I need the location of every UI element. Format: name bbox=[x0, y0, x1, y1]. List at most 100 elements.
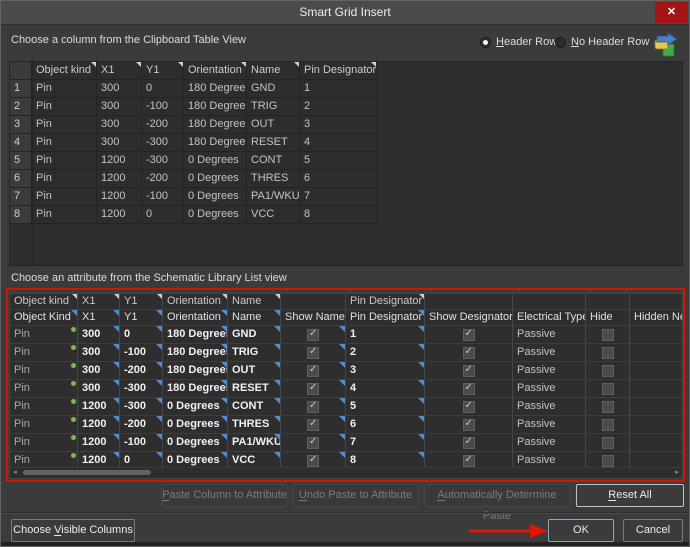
pasted-clipboard-header[interactable]: Name bbox=[228, 294, 281, 310]
hide-checkbox[interactable] bbox=[602, 347, 614, 359]
clipboard-cell-x1[interactable]: 300 bbox=[97, 80, 142, 98]
attr-cell-orientation[interactable]: 180 Degrees bbox=[163, 380, 228, 398]
row-number-cell[interactable]: 3 bbox=[10, 116, 32, 134]
attribute-column-header[interactable]: Hidden Ne bbox=[630, 310, 683, 326]
clipboard-cell-orientation[interactable]: 0 Degrees bbox=[184, 188, 247, 206]
attr-cell-x1[interactable]: 300 bbox=[78, 344, 120, 362]
clipboard-cell-x1[interactable]: 1200 bbox=[97, 152, 142, 170]
attribute-column-header[interactable]: Orientation bbox=[163, 310, 228, 326]
hide-checkbox[interactable] bbox=[602, 401, 614, 413]
attr-cell-show-name[interactable] bbox=[281, 362, 346, 380]
attr-cell-name[interactable]: THRES bbox=[228, 416, 281, 434]
attr-cell-y1[interactable]: -300 bbox=[120, 398, 163, 416]
clipboard-column-header[interactable]: Y1 bbox=[142, 62, 184, 80]
attr-cell-object-kind[interactable]: Pin bbox=[10, 398, 78, 416]
attr-cell-show-designator[interactable] bbox=[425, 362, 513, 380]
attribute-column-header[interactable]: Show Name bbox=[281, 310, 346, 326]
clipboard-cell-pin-designator[interactable]: 6 bbox=[300, 170, 377, 188]
attr-cell-electrical-type[interactable]: Passive bbox=[513, 326, 586, 344]
attr-cell-orientation[interactable]: 180 Degrees bbox=[163, 326, 228, 344]
attr-cell-electrical-type[interactable]: Passive bbox=[513, 362, 586, 380]
attr-cell-x1[interactable]: 300 bbox=[78, 380, 120, 398]
clipboard-cell-orientation[interactable]: 0 Degrees bbox=[184, 170, 247, 188]
hide-checkbox[interactable] bbox=[602, 329, 614, 341]
clipboard-cell-object-kind[interactable]: Pin bbox=[32, 152, 97, 170]
close-icon[interactable]: ✕ bbox=[655, 2, 688, 23]
attr-cell-orientation[interactable]: 180 Degrees bbox=[163, 344, 228, 362]
attr-cell-orientation[interactable]: 0 Degrees bbox=[163, 398, 228, 416]
clipboard-cell-x1[interactable]: 300 bbox=[97, 116, 142, 134]
show-name-checkbox[interactable] bbox=[307, 401, 319, 413]
attribute-column-header[interactable]: Pin Designator bbox=[346, 310, 425, 326]
hide-checkbox[interactable] bbox=[602, 455, 614, 467]
attr-cell-x1[interactable]: 1200 bbox=[78, 416, 120, 434]
hide-checkbox[interactable] bbox=[602, 419, 614, 431]
clipboard-cell-x1[interactable]: 1200 bbox=[97, 206, 142, 224]
scroll-right-icon[interactable]: ▸ bbox=[672, 468, 682, 477]
pasted-clipboard-header[interactable] bbox=[281, 294, 346, 310]
show-designator-checkbox[interactable] bbox=[463, 419, 475, 431]
attr-cell-show-designator[interactable] bbox=[425, 416, 513, 434]
attr-cell-x1[interactable]: 300 bbox=[78, 362, 120, 380]
row-number-cell[interactable]: 8 bbox=[10, 206, 32, 224]
attr-cell-show-name[interactable] bbox=[281, 326, 346, 344]
attr-cell-pin-designator[interactable]: 3 bbox=[346, 362, 425, 380]
show-name-checkbox[interactable] bbox=[307, 419, 319, 431]
show-designator-checkbox[interactable] bbox=[463, 329, 475, 341]
attr-cell-hidden-net[interactable] bbox=[630, 416, 683, 434]
attr-cell-object-kind[interactable]: Pin bbox=[10, 326, 78, 344]
attr-cell-show-designator[interactable] bbox=[425, 434, 513, 452]
attr-cell-show-designator[interactable] bbox=[425, 326, 513, 344]
attr-cell-y1[interactable]: -300 bbox=[120, 380, 163, 398]
pasted-clipboard-header[interactable]: Pin Designator bbox=[346, 294, 425, 310]
pasted-clipboard-header[interactable] bbox=[425, 294, 513, 310]
attr-cell-show-designator[interactable] bbox=[425, 398, 513, 416]
clipboard-cell-y1[interactable]: 0 bbox=[142, 206, 184, 224]
attr-cell-hide[interactable] bbox=[586, 380, 630, 398]
attr-cell-hide[interactable] bbox=[586, 326, 630, 344]
clipboard-cell-object-kind[interactable]: Pin bbox=[32, 170, 97, 188]
cancel-button[interactable]: Cancel bbox=[623, 519, 683, 542]
hide-checkbox[interactable] bbox=[602, 437, 614, 449]
attribute-column-header[interactable]: Hide bbox=[586, 310, 630, 326]
radio-unselected-icon[interactable] bbox=[555, 37, 566, 48]
clipboard-cell-y1[interactable]: -200 bbox=[142, 116, 184, 134]
attr-cell-hidden-net[interactable] bbox=[630, 434, 683, 452]
attr-cell-show-designator[interactable] bbox=[425, 380, 513, 398]
clipboard-cell-orientation[interactable]: 0 Degrees bbox=[184, 152, 247, 170]
pasted-clipboard-header[interactable] bbox=[630, 294, 683, 310]
attr-cell-show-name[interactable] bbox=[281, 344, 346, 362]
show-designator-checkbox[interactable] bbox=[463, 437, 475, 449]
attr-cell-object-kind[interactable]: Pin bbox=[10, 362, 78, 380]
clipboard-cell-object-kind[interactable]: Pin bbox=[32, 188, 97, 206]
clipboard-cell-pin-designator[interactable]: 5 bbox=[300, 152, 377, 170]
attr-cell-orientation[interactable]: 180 Degrees bbox=[163, 362, 228, 380]
paste-column-to-attribute-button[interactable]: Paste Column to Attribute bbox=[161, 484, 288, 507]
attr-cell-electrical-type[interactable]: Passive bbox=[513, 380, 586, 398]
clipboard-cell-orientation[interactable]: 180 Degrees bbox=[184, 98, 247, 116]
clipboard-cell-name[interactable]: CONT bbox=[247, 152, 300, 170]
attr-cell-hidden-net[interactable] bbox=[630, 380, 683, 398]
clipboard-cell-name[interactable]: OUT bbox=[247, 116, 300, 134]
show-name-checkbox[interactable] bbox=[307, 383, 319, 395]
attr-cell-y1[interactable]: 0 bbox=[120, 326, 163, 344]
attr-cell-x1[interactable]: 1200 bbox=[78, 434, 120, 452]
attr-cell-name[interactable]: CONT bbox=[228, 398, 281, 416]
show-designator-checkbox[interactable] bbox=[463, 365, 475, 377]
clipboard-cell-object-kind[interactable]: Pin bbox=[32, 80, 97, 98]
clipboard-cell-y1[interactable]: -300 bbox=[142, 134, 184, 152]
clipboard-cell-orientation[interactable]: 0 Degrees bbox=[184, 206, 247, 224]
row-number-cell[interactable]: 5 bbox=[10, 152, 32, 170]
clipboard-cell-orientation[interactable]: 180 Degrees bbox=[184, 116, 247, 134]
row-number-cell[interactable]: 4 bbox=[10, 134, 32, 152]
row-number-cell[interactable]: 2 bbox=[10, 98, 32, 116]
attr-cell-hidden-net[interactable] bbox=[630, 398, 683, 416]
attr-cell-show-designator[interactable] bbox=[425, 344, 513, 362]
clipboard-cell-y1[interactable]: -100 bbox=[142, 188, 184, 206]
attr-cell-x1[interactable]: 1200 bbox=[78, 398, 120, 416]
attr-cell-name[interactable]: TRIG bbox=[228, 344, 281, 362]
attr-cell-name[interactable]: RESET bbox=[228, 380, 281, 398]
row-number-cell[interactable]: 1 bbox=[10, 80, 32, 98]
show-name-checkbox[interactable] bbox=[307, 455, 319, 467]
radio-selected-icon[interactable] bbox=[480, 37, 491, 48]
